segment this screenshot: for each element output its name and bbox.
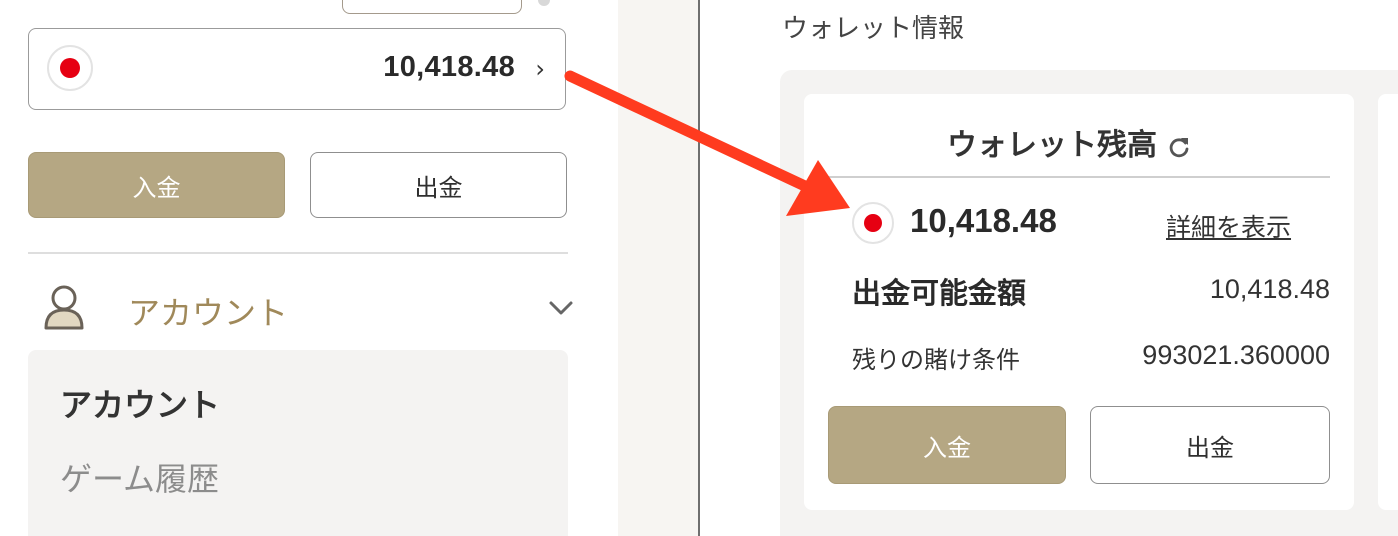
card-divider (828, 176, 1330, 178)
top-partial-button[interactable] (342, 0, 522, 14)
wallet-balance-title-text: ウォレット残高 (947, 128, 1157, 163)
remaining-wager-label: 残りの賭け条件 (852, 346, 1020, 374)
account-section-label: アカウント (128, 294, 289, 332)
selector-balance-amount: 10,418.48 (383, 51, 515, 83)
balance-selector[interactable]: 10,418.48 › (28, 28, 566, 110)
flag-sun (60, 58, 80, 78)
wallet-balance-card: ウォレット残高 10,418.48 詳細を表示 出金可能金額 10,418.48… (804, 94, 1354, 510)
account-submenu: アカウント ゲーム履歴 (28, 350, 568, 536)
withdrawable-amount-value: 10,418.48 (1209, 274, 1330, 304)
screen: 10,418.48 › 入金 出金 アカウント アカウント ゲーム履歴 ウォレッ… (0, 0, 1398, 536)
remaining-wager-value: 993021.360000 (1142, 340, 1330, 370)
top-partial-icon (538, 0, 550, 6)
panel-gutter (618, 0, 698, 536)
sidebar-withdraw-button[interactable]: 出金 (310, 152, 567, 218)
wallet-balance-title: ウォレット残高 (804, 120, 1334, 164)
wallet-info-title: ウォレット情報 (782, 14, 965, 44)
next-wallet-card-partial (1378, 94, 1398, 510)
user-icon (44, 285, 84, 330)
refresh-icon[interactable] (1167, 135, 1191, 159)
submenu-item-game-history[interactable]: ゲーム履歴 (60, 454, 219, 500)
account-submenu-title: アカウント (60, 386, 221, 424)
japan-flag-icon (47, 45, 93, 91)
sidebar-panel: 10,418.48 › 入金 出金 アカウント アカウント ゲーム履歴 (0, 0, 618, 536)
sidebar-divider (28, 252, 568, 254)
view-details-link[interactable]: 詳細を表示 (1166, 208, 1291, 244)
withdrawable-amount-label: 出金可能金額 (852, 276, 1027, 310)
flag-sun (864, 214, 882, 232)
wallet-deposit-button[interactable]: 入金 (828, 406, 1066, 484)
wallet-panel: ウォレット情報 ウォレット残高 10,418.48 詳細を表示 出金可能金額 1… (700, 0, 1398, 536)
japan-flag-icon (852, 202, 894, 244)
wallet-withdraw-button[interactable]: 出金 (1090, 406, 1330, 484)
sidebar-deposit-button[interactable]: 入金 (28, 152, 285, 218)
chevron-down-icon (549, 301, 573, 315)
account-section-toggle[interactable]: アカウント (28, 270, 576, 350)
chevron-right-icon: › (535, 55, 545, 83)
wallet-balance-amount: 10,418.48 (910, 202, 1057, 239)
